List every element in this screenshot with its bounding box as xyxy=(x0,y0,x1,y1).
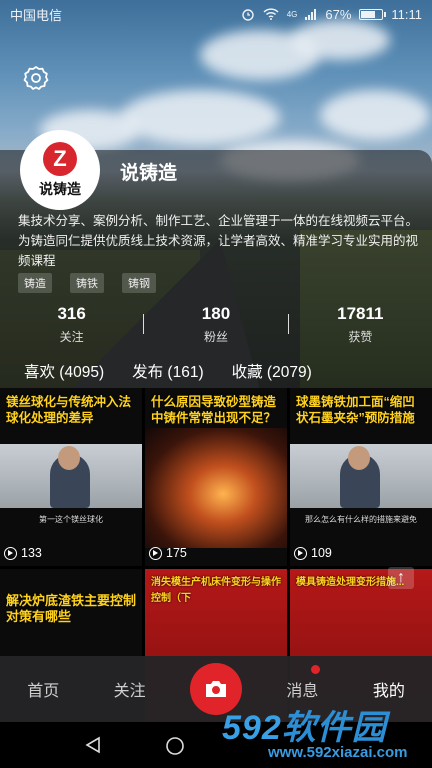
nav-messages-label: 消息 xyxy=(286,683,319,700)
nav-messages[interactable]: 消息 xyxy=(259,665,345,701)
profile-tags: 铸造 铸铁 铸钢 xyxy=(18,273,156,293)
play-count: 133 xyxy=(4,546,42,560)
stat-value: 316 xyxy=(57,304,86,323)
carrier-name: 中国电信 xyxy=(10,7,63,23)
watermark-text: 软件园 xyxy=(281,709,387,747)
play-count-value: 109 xyxy=(311,546,332,560)
battery-icon xyxy=(359,8,387,20)
network-type: 4G xyxy=(286,9,298,19)
arrow-up-icon: ↑ xyxy=(397,569,405,586)
profile-bio: 集技术分享、案例分析、制作工艺、企业管理于一体的在线视频云平台。为铸造同仁提供优… xyxy=(18,214,419,268)
stat-value: 180 xyxy=(201,304,231,323)
profile-name: 说铸造 xyxy=(120,163,178,184)
camera-icon xyxy=(206,681,227,697)
wifi-icon xyxy=(263,8,279,20)
video-caption: 什么原因导致砂型铸造中铸件常常出现不足？ xyxy=(151,395,277,425)
video-subtitle: 那么怎么有什么样的措施来避免 xyxy=(305,515,417,524)
stat-value: 17811 xyxy=(337,304,384,323)
tag[interactable]: 铸造 xyxy=(18,273,52,293)
profile-stats: 316 关注 180 粉丝 17811 获赞 xyxy=(0,304,432,345)
tag[interactable]: 铸钢 xyxy=(122,273,156,293)
tab-likes[interactable]: 喜欢 (4095) xyxy=(24,360,104,382)
profile-tabs: 喜欢 (4095) 发布 (161) 收藏 (2079) xyxy=(0,360,432,382)
tag[interactable]: 铸铁 xyxy=(70,273,104,293)
watermark-number: 592 xyxy=(222,709,282,747)
watermark-url: www.592xiazai.com xyxy=(268,744,408,761)
tab-favorites[interactable]: 收藏 (2079) xyxy=(232,360,312,382)
avatar[interactable]: Z 说铸造 xyxy=(20,130,100,210)
clock: 11:11 xyxy=(391,6,422,22)
nav-mine[interactable]: 我的 xyxy=(346,677,432,701)
video-subtitle: 第一这个镁丝球化 xyxy=(39,515,103,524)
video-thumbnail xyxy=(290,444,432,508)
play-count: 109 xyxy=(294,546,332,560)
video-caption: 球墨铸铁加工面“缩凹状石墨夹杂”预防措施 xyxy=(296,395,415,425)
stat-followers[interactable]: 180 粉丝 xyxy=(144,304,287,345)
play-count-value: 175 xyxy=(166,546,187,560)
notification-dot xyxy=(311,665,321,674)
play-count-icon xyxy=(4,546,17,560)
video-tile[interactable]: 什么原因导致砂型铸造中铸件常常出现不足？ 175 xyxy=(145,388,287,566)
play-count-value: 133 xyxy=(21,546,42,560)
scroll-to-top-button[interactable]: ↑ xyxy=(388,567,414,589)
tab-published[interactable]: 发布 (161) xyxy=(132,360,204,382)
watermark-logo: 592软件园 www.592xiazai.com xyxy=(218,700,432,768)
stat-label: 粉丝 xyxy=(203,330,228,344)
video-caption: 消失模生产机床件变形与操作控制（下 xyxy=(151,577,281,604)
stat-label: 获赞 xyxy=(348,330,373,344)
avatar-logo-text: 说铸造 xyxy=(39,180,81,197)
nav-home[interactable]: 首页 xyxy=(0,677,86,701)
battery-percent: 67% xyxy=(325,6,352,22)
home-icon[interactable] xyxy=(165,736,185,756)
video-thumbnail xyxy=(0,444,142,508)
video-tile[interactable]: 球墨铸铁加工面“缩凹状石墨夹杂”预防措施 那么怎么有什么样的措施来避免 109 xyxy=(290,388,432,566)
stat-label: 关注 xyxy=(59,330,84,344)
stat-following[interactable]: 316 关注 xyxy=(0,304,143,345)
video-caption: 解决炉底渣铁主要控制对策有哪些 xyxy=(6,593,137,624)
stat-likes[interactable]: 17811 获赞 xyxy=(289,304,432,345)
signal-icon xyxy=(305,9,317,20)
play-count: 175 xyxy=(149,546,187,560)
video-thumbnail xyxy=(145,428,287,548)
video-tile[interactable]: 镁丝球化与传统冲入法球化处理的差异 第一这个镁丝球化 133 xyxy=(0,388,142,566)
alarm-icon xyxy=(241,9,254,21)
brand-logo-icon: Z xyxy=(43,141,77,176)
settings-gear-icon[interactable] xyxy=(22,64,50,92)
nav-follow[interactable]: 关注 xyxy=(86,677,172,701)
video-caption: 镁丝球化与传统冲入法球化处理的差异 xyxy=(6,395,132,425)
status-bar: 中国电信 4G 67% 11:11 xyxy=(0,0,432,28)
play-count-icon xyxy=(149,546,162,560)
back-icon[interactable] xyxy=(84,736,102,754)
play-count-icon xyxy=(294,546,307,560)
